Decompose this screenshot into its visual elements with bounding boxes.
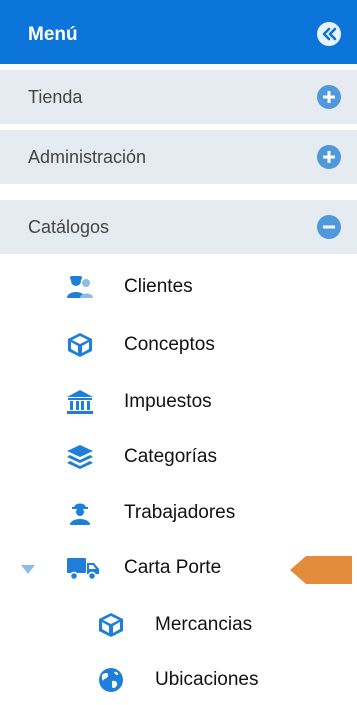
menu-item-label: Ubicaciones bbox=[155, 669, 259, 690]
collapse-menu-button[interactable] bbox=[317, 22, 341, 46]
users-icon bbox=[66, 274, 94, 300]
plus-icon bbox=[323, 151, 335, 163]
section-label: Tienda bbox=[28, 87, 83, 107]
menu-item-label: Mercancias bbox=[155, 614, 253, 635]
pointer-arrow-icon bbox=[290, 550, 352, 595]
expand-button[interactable] bbox=[317, 85, 341, 109]
section-administracion[interactable]: Administración bbox=[0, 130, 357, 186]
menu-item-ubicaciones[interactable]: Ubicaciones bbox=[0, 655, 357, 705]
menu-item-label: Trabajadores bbox=[124, 502, 236, 523]
box-icon bbox=[66, 332, 94, 358]
menu-item-impuestos[interactable]: Impuestos bbox=[0, 377, 357, 427]
worker-icon bbox=[66, 500, 94, 526]
menu-header: Menú bbox=[0, 0, 357, 64]
menu-item-label: Carta Porte bbox=[124, 557, 222, 578]
menu-item-categorias[interactable]: Categorías bbox=[0, 432, 357, 482]
menu-item-label: Impuestos bbox=[124, 391, 212, 412]
menu-item-label: Clientes bbox=[124, 276, 193, 297]
box-icon bbox=[97, 612, 125, 638]
menu-item-mercancias[interactable]: Mercancias bbox=[0, 600, 357, 650]
menu-item-clientes[interactable]: Clientes bbox=[0, 262, 357, 312]
truck-icon bbox=[66, 555, 100, 581]
menu-item-conceptos[interactable]: Conceptos bbox=[0, 320, 357, 370]
minus-icon bbox=[323, 225, 335, 229]
menu-item-trabajadores[interactable]: Trabajadores bbox=[0, 488, 357, 538]
section-label: Catálogos bbox=[28, 217, 110, 237]
section-label: Administración bbox=[28, 147, 147, 167]
section-catalogos[interactable]: Catálogos bbox=[0, 200, 357, 256]
expanded-caret-icon[interactable] bbox=[21, 562, 35, 580]
double-chevron-left-icon bbox=[322, 27, 337, 41]
section-tienda[interactable]: Tienda bbox=[0, 70, 357, 126]
collapse-button[interactable] bbox=[317, 215, 341, 239]
sidebar-menu: Menú Tienda Administración Catálogos Cli… bbox=[0, 0, 357, 695]
bank-icon bbox=[66, 389, 94, 415]
expand-button[interactable] bbox=[317, 145, 341, 169]
plus-icon bbox=[323, 91, 335, 103]
layers-icon bbox=[66, 444, 94, 470]
globe-icon bbox=[97, 667, 125, 693]
menu-title: Menú bbox=[28, 24, 78, 45]
menu-item-label: Conceptos bbox=[124, 334, 215, 355]
menu-item-label: Categorías bbox=[124, 446, 217, 467]
